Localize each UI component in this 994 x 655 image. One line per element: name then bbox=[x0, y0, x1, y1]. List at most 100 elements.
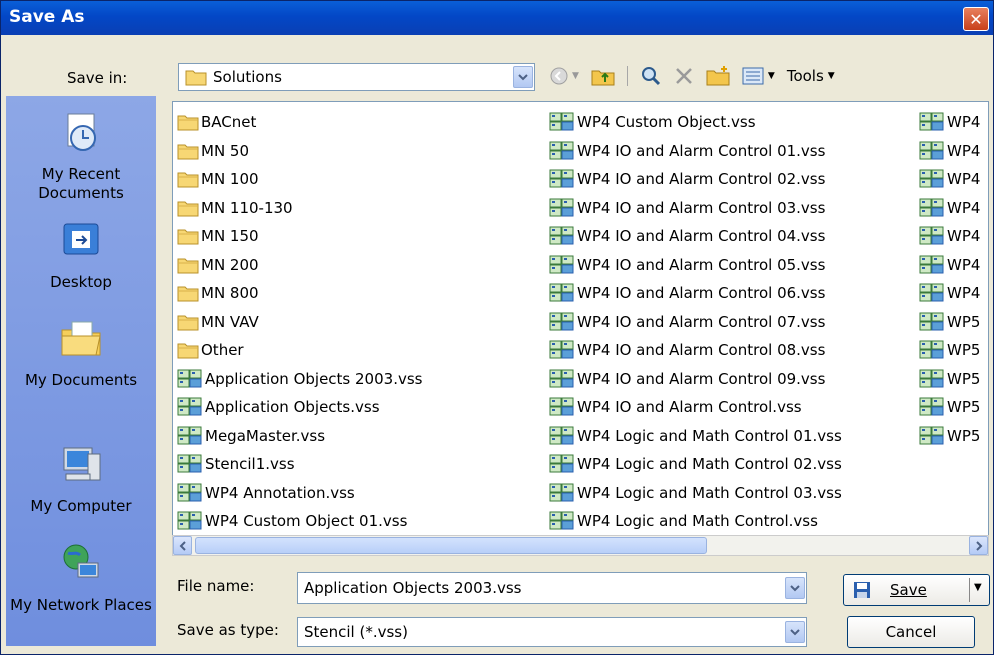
visio-stencil-icon bbox=[549, 283, 574, 302]
save-dropdown-icon[interactable]: ▼ bbox=[974, 582, 982, 593]
file-item[interactable]: WP4 bbox=[919, 222, 980, 251]
title-bar[interactable]: Save As ✕ bbox=[1, 1, 993, 35]
views-dropdown-icon[interactable]: ▼ bbox=[768, 71, 775, 81]
file-item[interactable]: Stencil1.vss bbox=[177, 450, 422, 479]
item-name: MN 110-130 bbox=[201, 198, 293, 217]
place-my-network-places[interactable]: My Network Places bbox=[6, 541, 156, 615]
folder-item[interactable]: MN 100 bbox=[177, 165, 422, 194]
cancel-button[interactable]: Cancel bbox=[847, 616, 975, 648]
file-item[interactable]: WP4 bbox=[919, 165, 980, 194]
file-item[interactable]: WP5 bbox=[919, 336, 980, 365]
save-as-type-label: Save as type: bbox=[177, 621, 279, 639]
scroll-left-button[interactable] bbox=[173, 536, 192, 555]
file-item[interactable]: WP4 Logic and Math Control.vss bbox=[549, 507, 842, 535]
folder-item[interactable]: MN 50 bbox=[177, 137, 422, 166]
back-dropdown-icon[interactable]: ▼ bbox=[572, 71, 579, 81]
floppy-disk-icon bbox=[854, 582, 870, 598]
place-label: My Recent Documents bbox=[38, 165, 124, 202]
place-label: My Documents bbox=[24, 371, 138, 389]
file-item[interactable]: WP4 Logic and Math Control 02.vss bbox=[549, 450, 842, 479]
file-item[interactable]: WP4 Custom Object.vss bbox=[549, 108, 842, 137]
visio-stencil-icon bbox=[549, 169, 574, 188]
back-arrow-icon bbox=[550, 67, 568, 85]
folder-item[interactable]: MN VAV bbox=[177, 308, 422, 337]
item-name: MN 800 bbox=[201, 284, 259, 303]
scroll-thumb[interactable] bbox=[195, 537, 707, 554]
folder-icon bbox=[177, 286, 199, 302]
folder-item[interactable]: MN 110-130 bbox=[177, 194, 422, 223]
visio-stencil-icon bbox=[919, 312, 944, 331]
file-item[interactable]: WP4 IO and Alarm Control 07.vss bbox=[549, 308, 842, 337]
file-item[interactable]: WP4 bbox=[919, 251, 980, 280]
file-item[interactable]: WP4 IO and Alarm Control 05.vss bbox=[549, 251, 842, 280]
file-item[interactable]: WP4 bbox=[919, 194, 980, 223]
item-name: WP5 bbox=[947, 341, 981, 360]
new-folder-button[interactable] bbox=[706, 64, 730, 88]
desktop-icon bbox=[63, 223, 99, 255]
save-in-combo[interactable]: Solutions bbox=[178, 63, 535, 91]
file-item[interactable]: WP4 Custom Object 01.vss bbox=[177, 507, 422, 535]
file-item[interactable]: MegaMaster.vss bbox=[177, 422, 422, 451]
search-web-button[interactable] bbox=[640, 64, 662, 88]
file-item[interactable]: WP5 bbox=[919, 308, 980, 337]
place-desktop[interactable]: Desktop bbox=[6, 218, 156, 292]
visio-stencil-icon bbox=[919, 369, 944, 388]
file-item[interactable]: WP5 bbox=[919, 393, 980, 422]
my-computer-icon bbox=[63, 447, 101, 481]
visio-stencil-icon bbox=[919, 283, 944, 302]
file-name-input[interactable]: Application Objects 2003.vss bbox=[297, 572, 807, 604]
place-my-recent-documents[interactable]: My Recent Documents bbox=[6, 110, 156, 203]
tools-menu[interactable]: Tools ▼ bbox=[787, 67, 835, 85]
item-name: WP4 IO and Alarm Control 07.vss bbox=[577, 312, 826, 331]
item-name: WP4 Logic and Math Control 01.vss bbox=[577, 426, 842, 445]
folder-item[interactable]: BACnet bbox=[177, 108, 422, 137]
file-item[interactable]: WP4 Logic and Math Control 03.vss bbox=[549, 479, 842, 508]
file-item[interactable]: WP4 Annotation.vss bbox=[177, 479, 422, 508]
folder-icon bbox=[177, 343, 199, 359]
file-item[interactable]: WP4 bbox=[919, 137, 980, 166]
file-item[interactable]: WP4 IO and Alarm Control 02.vss bbox=[549, 165, 842, 194]
folder-icon bbox=[177, 115, 199, 131]
file-item[interactable]: WP4 Logic and Math Control 01.vss bbox=[549, 422, 842, 451]
network-places-icon bbox=[63, 544, 99, 578]
close-button[interactable]: ✕ bbox=[963, 7, 989, 31]
place-my-computer[interactable]: My Computer bbox=[6, 442, 156, 516]
file-item[interactable]: WP4 IO and Alarm Control 01.vss bbox=[549, 137, 842, 166]
folder-item[interactable]: Other bbox=[177, 336, 422, 365]
save-as-dialog: Save As ✕ Save in: Solutions ▼ ▼ Tools ▼ … bbox=[0, 0, 994, 655]
file-item[interactable]: WP4 IO and Alarm Control 08.vss bbox=[549, 336, 842, 365]
file-item[interactable]: WP5 bbox=[919, 422, 980, 451]
save-as-type-select[interactable]: Stencil (*.vss) bbox=[297, 617, 807, 647]
folder-item[interactable]: MN 150 bbox=[177, 222, 422, 251]
file-item[interactable]: WP4 IO and Alarm Control 09.vss bbox=[549, 365, 842, 394]
visio-stencil-icon bbox=[177, 483, 202, 502]
visio-stencil-icon bbox=[177, 426, 202, 445]
file-item[interactable]: WP4 bbox=[919, 279, 980, 308]
up-one-level-button[interactable] bbox=[591, 64, 615, 88]
save-button[interactable]: Save ▼ bbox=[843, 574, 990, 606]
file-item[interactable]: WP4 IO and Alarm Control 03.vss bbox=[549, 194, 842, 223]
file-item[interactable]: Application Objects.vss bbox=[177, 393, 422, 422]
visio-stencil-icon bbox=[177, 397, 202, 416]
delete-button[interactable] bbox=[674, 64, 694, 88]
scroll-right-button[interactable] bbox=[969, 536, 988, 555]
save-in-dropdown-button[interactable] bbox=[513, 66, 533, 88]
back-button[interactable]: ▼ bbox=[549, 64, 579, 88]
visio-stencil-icon bbox=[549, 340, 574, 359]
file-item[interactable]: WP4 IO and Alarm Control 04.vss bbox=[549, 222, 842, 251]
file-item[interactable]: WP4 IO and Alarm Control 06.vss bbox=[549, 279, 842, 308]
file-item[interactable]: WP4 IO and Alarm Control.vss bbox=[549, 393, 842, 422]
file-list[interactable]: BACnet MN 50 MN 100 MN 110-130 MN 150 MN 200 M… bbox=[172, 101, 989, 536]
horizontal-scrollbar[interactable] bbox=[172, 535, 989, 556]
item-name: MN 150 bbox=[201, 227, 259, 246]
save-as-type-dropdown-button[interactable] bbox=[785, 621, 805, 643]
file-item[interactable]: Application Objects 2003.vss bbox=[177, 365, 422, 394]
views-button[interactable]: ▼ bbox=[742, 64, 775, 88]
file-item[interactable]: WP4 bbox=[919, 108, 980, 137]
place-my-documents[interactable]: My Documents bbox=[6, 316, 156, 390]
file-name-dropdown-button[interactable] bbox=[785, 577, 805, 599]
item-name: WP4 bbox=[947, 284, 981, 303]
file-item[interactable]: WP5 bbox=[919, 365, 980, 394]
folder-item[interactable]: MN 800 bbox=[177, 279, 422, 308]
folder-item[interactable]: MN 200 bbox=[177, 251, 422, 280]
